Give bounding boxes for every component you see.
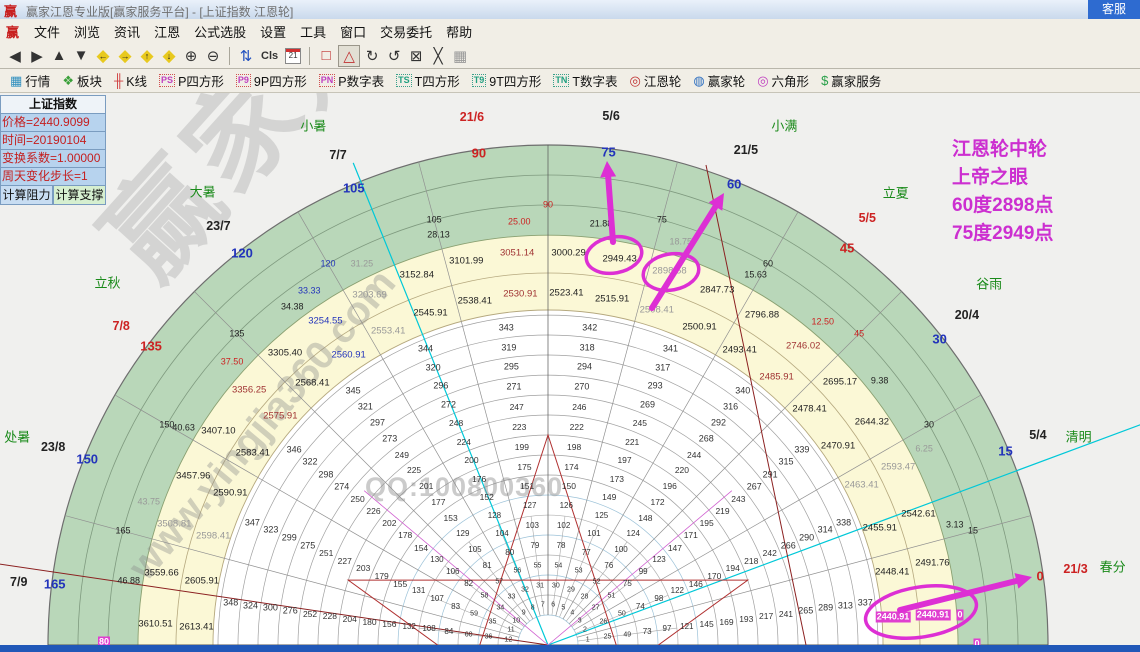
- board-icon[interactable]: ▦: [450, 46, 470, 66]
- 9p-square-icon: P9: [236, 74, 251, 87]
- calc-resistance-button[interactable]: 计算阻力: [0, 186, 53, 205]
- annotation-line: 60度2898点: [952, 192, 1053, 220]
- step-row: 周天变化步长=1: [0, 168, 106, 186]
- menu-item-文件[interactable]: 文件: [27, 19, 67, 44]
- annotation-line: 上帝之眼: [952, 164, 1053, 192]
- t-square-label: T四方形: [415, 71, 460, 90]
- winner-service-icon: $: [821, 73, 828, 88]
- zoom-in-icon[interactable]: ⊕: [181, 46, 201, 66]
- module-p-square[interactable]: PSP四方形: [159, 71, 224, 90]
- gann-wheel-label: 江恩轮: [644, 71, 682, 90]
- zoom-out-icon[interactable]: ⊖: [203, 46, 223, 66]
- calc-support-button[interactable]: 计算支撑: [53, 186, 106, 205]
- pointer-down-icon[interactable]: ▼: [71, 46, 91, 66]
- t-table-icon: TN: [553, 74, 569, 87]
- menu-logo-icon: 赢: [6, 25, 19, 40]
- diamond-left-icon[interactable]: ◆←: [93, 46, 113, 66]
- rotate-cw-icon[interactable]: ↻: [362, 46, 382, 66]
- pointer-up-icon[interactable]: ▲: [49, 46, 69, 66]
- annotation-text: 江恩轮中轮上帝之眼60度2898点75度2949点: [952, 136, 1053, 248]
- t-square-icon: TS: [396, 74, 412, 87]
- annotation-line: 江恩轮中轮: [952, 136, 1053, 164]
- diamond-down-icon[interactable]: ◆↓: [159, 46, 179, 66]
- annotation-line: 75度2949点: [952, 220, 1053, 248]
- winner-wheel-label: 赢家轮: [708, 71, 746, 90]
- winner-wheel-icon: ◍: [693, 73, 704, 89]
- module-t-table[interactable]: TNT数字表: [553, 71, 617, 90]
- p-table-icon: PN: [319, 74, 336, 87]
- quotes-icon: ▦: [10, 73, 22, 89]
- menu-item-帮助[interactable]: 帮助: [439, 19, 479, 44]
- hexagon-icon: ◎: [757, 73, 768, 89]
- module-hexagon[interactable]: ◎六角形: [757, 71, 809, 90]
- toolbar-main: ◀▶▲▼◆←◆→◆↑◆↓⊕⊖ ⇅Cls21 □△↻↺⊠╳▦: [0, 43, 1140, 69]
- toolbar-separator: [229, 47, 230, 65]
- menu-item-窗口[interactable]: 窗口: [333, 19, 373, 44]
- p-square-icon: PS: [159, 74, 175, 87]
- module-quotes[interactable]: ▦行情: [10, 71, 50, 90]
- kline-icon: ╫: [114, 73, 123, 88]
- 9t-square-label: 9T四方形: [489, 71, 541, 90]
- menu-item-浏览[interactable]: 浏览: [67, 19, 107, 44]
- sectors-icon: ❖: [62, 73, 74, 89]
- support-button[interactable]: 客服: [1088, 0, 1140, 19]
- menu-item-交易委托[interactable]: 交易委托: [373, 19, 439, 44]
- quotes-label: 行情: [25, 71, 50, 90]
- app-logo-icon: 赢: [4, 1, 17, 20]
- cls-icon[interactable]: Cls: [258, 46, 281, 66]
- kline-label: K线: [126, 71, 147, 90]
- gann-wheel-icon: ◎: [629, 73, 640, 89]
- module-gann-wheel[interactable]: ◎江恩轮: [629, 71, 681, 90]
- title-bar: 赢 赢家江恩专业版[赢家服务平台] - [上证指数 江恩轮]: [0, 0, 1140, 20]
- rect-tool-icon[interactable]: □: [316, 46, 336, 66]
- forward-icon[interactable]: ▶: [27, 46, 47, 66]
- module-t-square[interactable]: TST四方形: [396, 71, 460, 90]
- t-table-label: T数字表: [572, 71, 617, 90]
- scale-tool-icon[interactable]: ╳: [428, 46, 448, 66]
- menu-item-设置[interactable]: 设置: [253, 19, 293, 44]
- module-kline[interactable]: ╫K线: [114, 71, 147, 90]
- toolbar-separator: [309, 47, 310, 65]
- 9t-square-icon: T9: [472, 74, 487, 87]
- calendar-icon[interactable]: 21: [283, 46, 303, 66]
- p-square-label: P四方形: [178, 71, 224, 90]
- diamond-up-icon[interactable]: ◆↑: [137, 46, 157, 66]
- back-icon[interactable]: ◀: [5, 46, 25, 66]
- menu-item-资讯[interactable]: 资讯: [107, 19, 147, 44]
- module-9t-square[interactable]: T99T四方形: [472, 71, 542, 90]
- triangle-tool-icon[interactable]: △: [338, 45, 360, 67]
- diamond-right-icon[interactable]: ◆→: [115, 46, 135, 66]
- winner-service-label: 赢家服务: [831, 71, 881, 90]
- toolbar-modules: ▦行情 ❖板块 ╫K线 PSP四方形 P99P四方形 PNP数字表 TST四方形 T99T四方…: [0, 69, 1140, 93]
- factor-row: 变换系数=1.00000: [0, 150, 106, 168]
- hexagon-label: 六角形: [772, 71, 810, 90]
- window-title: 赢家江恩专业版[赢家服务平台] - [上证指数 江恩轮]: [26, 3, 293, 20]
- date-row: 时间=20190104: [0, 132, 106, 150]
- module-winner-service[interactable]: $赢家服务: [821, 71, 881, 90]
- rotate-ccw-icon[interactable]: ↺: [384, 46, 404, 66]
- menu-bar: 赢文件浏览资讯江恩公式选股设置工具窗口交易委托帮助: [0, 19, 1140, 44]
- updown-icon[interactable]: ⇅: [236, 46, 256, 66]
- price-row: 价格=2440.9099: [0, 114, 106, 132]
- 9p-square-label: 9P四方形: [254, 71, 307, 90]
- module-sectors[interactable]: ❖板块: [62, 71, 102, 90]
- bottom-strip: [0, 645, 1140, 652]
- module-winner-wheel[interactable]: ◍赢家轮: [693, 71, 745, 90]
- sectors-label: 板块: [77, 71, 102, 90]
- menu-item-江恩[interactable]: 江恩: [147, 19, 187, 44]
- menu-item-公式选股[interactable]: 公式选股: [187, 19, 253, 44]
- symbol-title: 上证指数: [0, 95, 106, 114]
- module-p-table[interactable]: PNP数字表: [319, 71, 384, 90]
- info-panel: 上证指数 价格=2440.9099 时间=20190104 变换系数=1.000…: [0, 95, 106, 205]
- menu-item-工具[interactable]: 工具: [293, 19, 333, 44]
- p-table-label: P数字表: [338, 71, 384, 90]
- module-9p-square[interactable]: P99P四方形: [236, 71, 307, 90]
- flip-box-icon[interactable]: ⊠: [406, 46, 426, 66]
